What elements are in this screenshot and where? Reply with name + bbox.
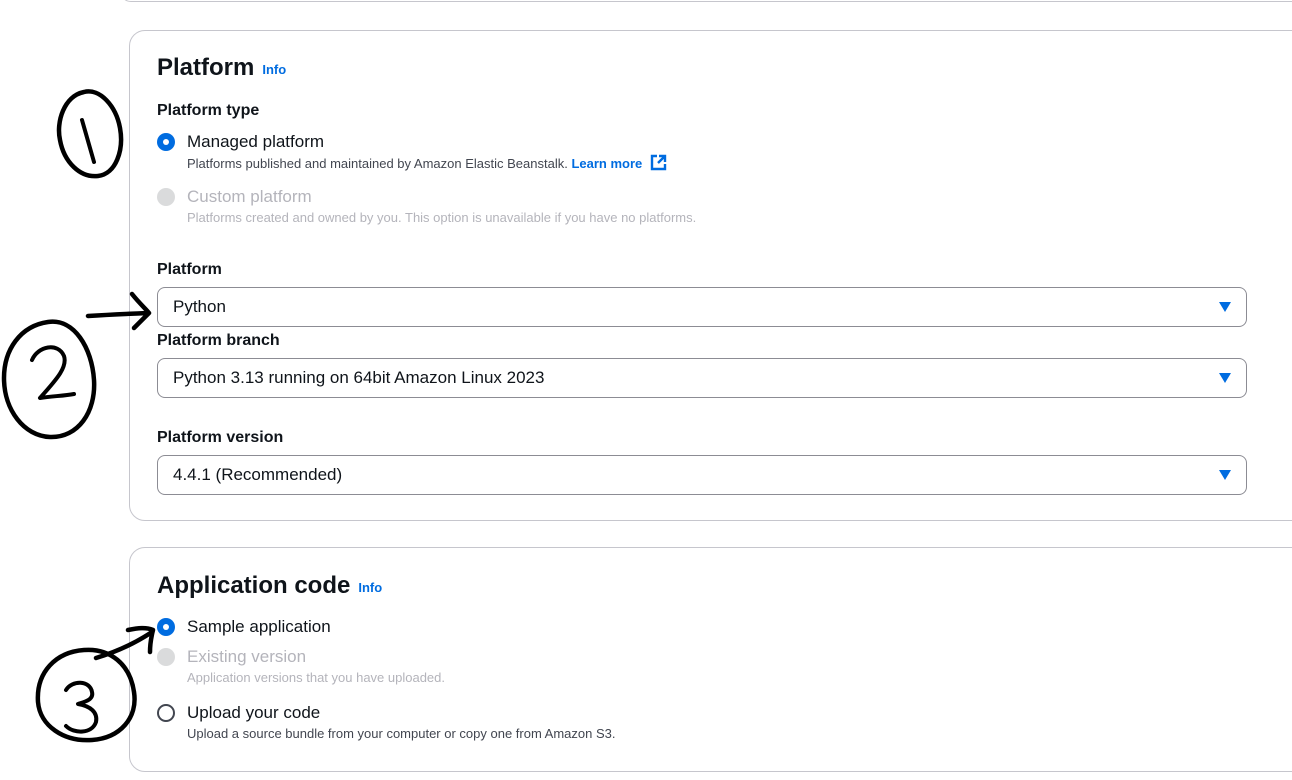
platform-section-title: Platform Info [157,54,286,85]
annotation-3-number: 3 [84,699,85,701]
caret-down-icon [1219,302,1231,312]
radio-unchecked-icon [157,704,175,722]
application-code-info-link[interactable]: Info [358,580,382,595]
platform-select-value: Python [173,297,226,316]
annotation-1-number: 1 [84,139,85,141]
platform-type-label: Platform type [157,102,260,119]
external-link-icon[interactable] [650,154,667,171]
upload-code-radio[interactable]: Upload your code Upload a source bundle … [157,703,616,743]
platform-version-select[interactable]: 4.4.1 (Recommended) [157,455,1247,495]
learn-more-link[interactable]: Learn more [571,156,642,171]
managed-platform-description-text: Platforms published and maintained by Am… [187,156,568,171]
existing-version-radio[interactable]: Existing version Application versions th… [157,647,445,687]
annotation-1-glyph [80,118,96,164]
annotation-1-outline [56,89,124,179]
custom-platform-radio[interactable]: Custom platform Platforms created and ow… [157,187,696,227]
previous-section-card [120,0,1292,2]
platform-info-link[interactable]: Info [262,62,286,77]
managed-platform-label: Managed platform [187,132,325,151]
application-code-section-title: Application code Info [157,572,382,603]
upload-code-label: Upload your code [187,703,321,722]
platform-branch-label: Platform branch [157,332,280,349]
custom-platform-label: Custom platform [187,187,312,206]
application-code-section: Application code Info Sample application … [129,547,1292,772]
annotation-2-outline [1,319,97,440]
existing-version-description: Application versions that you have uploa… [187,670,446,685]
annotation-3-glyph [64,680,99,734]
radio-checked-icon [157,618,175,636]
platform-version-value: 4.4.1 (Recommended) [173,465,343,484]
existing-version-label: Existing version [187,647,307,666]
platform-heading: Platform [157,54,255,81]
platform-select[interactable]: Python [157,287,1247,327]
caret-down-icon [1219,470,1231,480]
annotation-2-glyph [30,345,76,400]
platform-branch-select[interactable]: Python 3.13 running on 64bit Amazon Linu… [157,358,1247,398]
sample-application-label: Sample application [187,617,331,636]
platform-label: Platform [157,261,222,278]
annotation-3-outline [35,647,137,743]
managed-platform-radio[interactable]: Managed platform Platforms published and… [157,132,667,173]
radio-checked-icon [157,133,175,151]
platform-branch-value: Python 3.13 running on 64bit Amazon Linu… [173,368,545,387]
managed-platform-description: Platforms published and maintained by Am… [187,154,667,173]
annotation-2-number: 2 [48,379,49,381]
custom-platform-description: Platforms created and owned by you. This… [187,210,697,225]
sample-application-radio[interactable]: Sample application [157,617,331,637]
caret-down-icon [1219,373,1231,383]
radio-disabled-icon [157,188,175,206]
upload-code-description: Upload a source bundle from your compute… [187,726,616,741]
radio-disabled-icon [157,648,175,666]
application-code-heading: Application code [157,572,351,599]
platform-version-label: Platform version [157,429,284,446]
platform-section: Platform Info Platform type Managed platf… [129,30,1292,521]
